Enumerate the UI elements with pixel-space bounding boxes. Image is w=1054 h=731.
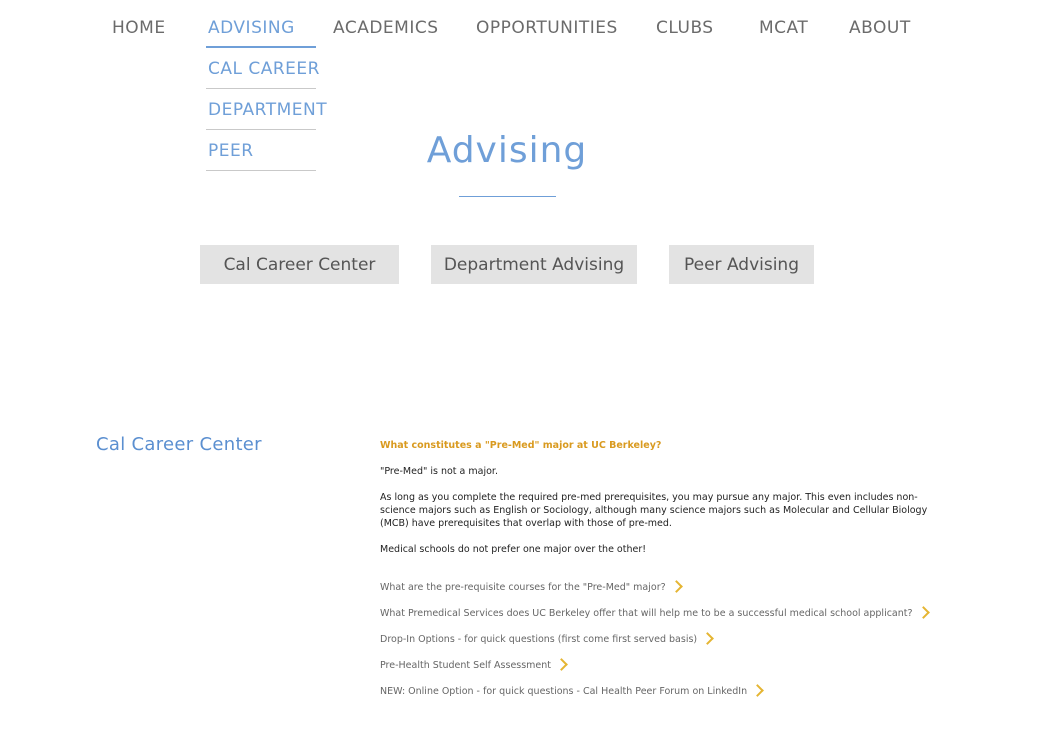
nav-academics[interactable]: ACADEMICS (333, 18, 439, 38)
faq-link-drop-in[interactable]: Drop-In Options - for quick questions (f… (380, 632, 714, 645)
chevron-right-icon (555, 658, 568, 671)
faq-link-label: What Premedical Services does UC Berkele… (380, 608, 913, 619)
nav-home[interactable]: HOME (112, 18, 166, 38)
dropdown-item-department[interactable]: DEPARTMENT (206, 88, 327, 129)
chevron-right-icon (751, 684, 764, 697)
section-title: Cal Career Center (96, 434, 262, 455)
department-advising-button[interactable]: Department Advising (431, 245, 637, 284)
nav-clubs[interactable]: CLUBS (656, 18, 714, 38)
nav-opportunities[interactable]: OPPORTUNITIES (476, 18, 618, 38)
chevron-right-icon (669, 580, 683, 593)
title-divider (459, 196, 556, 197)
faq-link-prereq-courses[interactable]: What are the pre-requisite courses for t… (380, 580, 683, 593)
faq-answer-paragraph: As long as you complete the required pre… (380, 492, 928, 529)
faq-link-label: Pre-Health Student Self Assessment (380, 660, 552, 671)
dropdown-item-label: CAL CAREER (208, 59, 320, 79)
page-title: Advising (426, 130, 588, 171)
chevron-right-icon (916, 606, 930, 619)
main-nav: HOME ADVISING ACADEMICS OPPORTUNITIES CL… (0, 18, 1054, 42)
peer-advising-button[interactable]: Peer Advising (669, 245, 814, 284)
faq-link-label: Drop-In Options - for quick questions (f… (380, 634, 698, 645)
faq-answer-paragraph: Medical schools do not prefer one major … (380, 544, 647, 555)
faq-link-self-assessment[interactable]: Pre-Health Student Self Assessment (380, 658, 568, 671)
faq-answer-paragraph: "Pre-Med" is not a major. (380, 466, 498, 477)
nav-mcat[interactable]: MCAT (759, 18, 808, 38)
chevron-right-icon (701, 632, 714, 645)
dropdown-item-cal-career[interactable]: CAL CAREER (206, 46, 319, 88)
faq-question: What constitutes a "Pre-Med" major at UC… (380, 440, 662, 451)
nav-advising[interactable]: ADVISING (208, 18, 295, 38)
cal-career-center-button[interactable]: Cal Career Center (200, 245, 399, 284)
faq-link-premed-services[interactable]: What Premedical Services does UC Berkele… (380, 606, 930, 619)
nav-about[interactable]: ABOUT (849, 18, 911, 38)
faq-link-online-forum[interactable]: NEW: Online Option - for quick questions… (380, 684, 764, 697)
faq-link-label: What are the pre-requisite courses for t… (380, 582, 666, 593)
faq-link-label: NEW: Online Option - for quick questions… (380, 686, 748, 697)
dropdown-item-label: DEPARTMENT (208, 100, 328, 120)
